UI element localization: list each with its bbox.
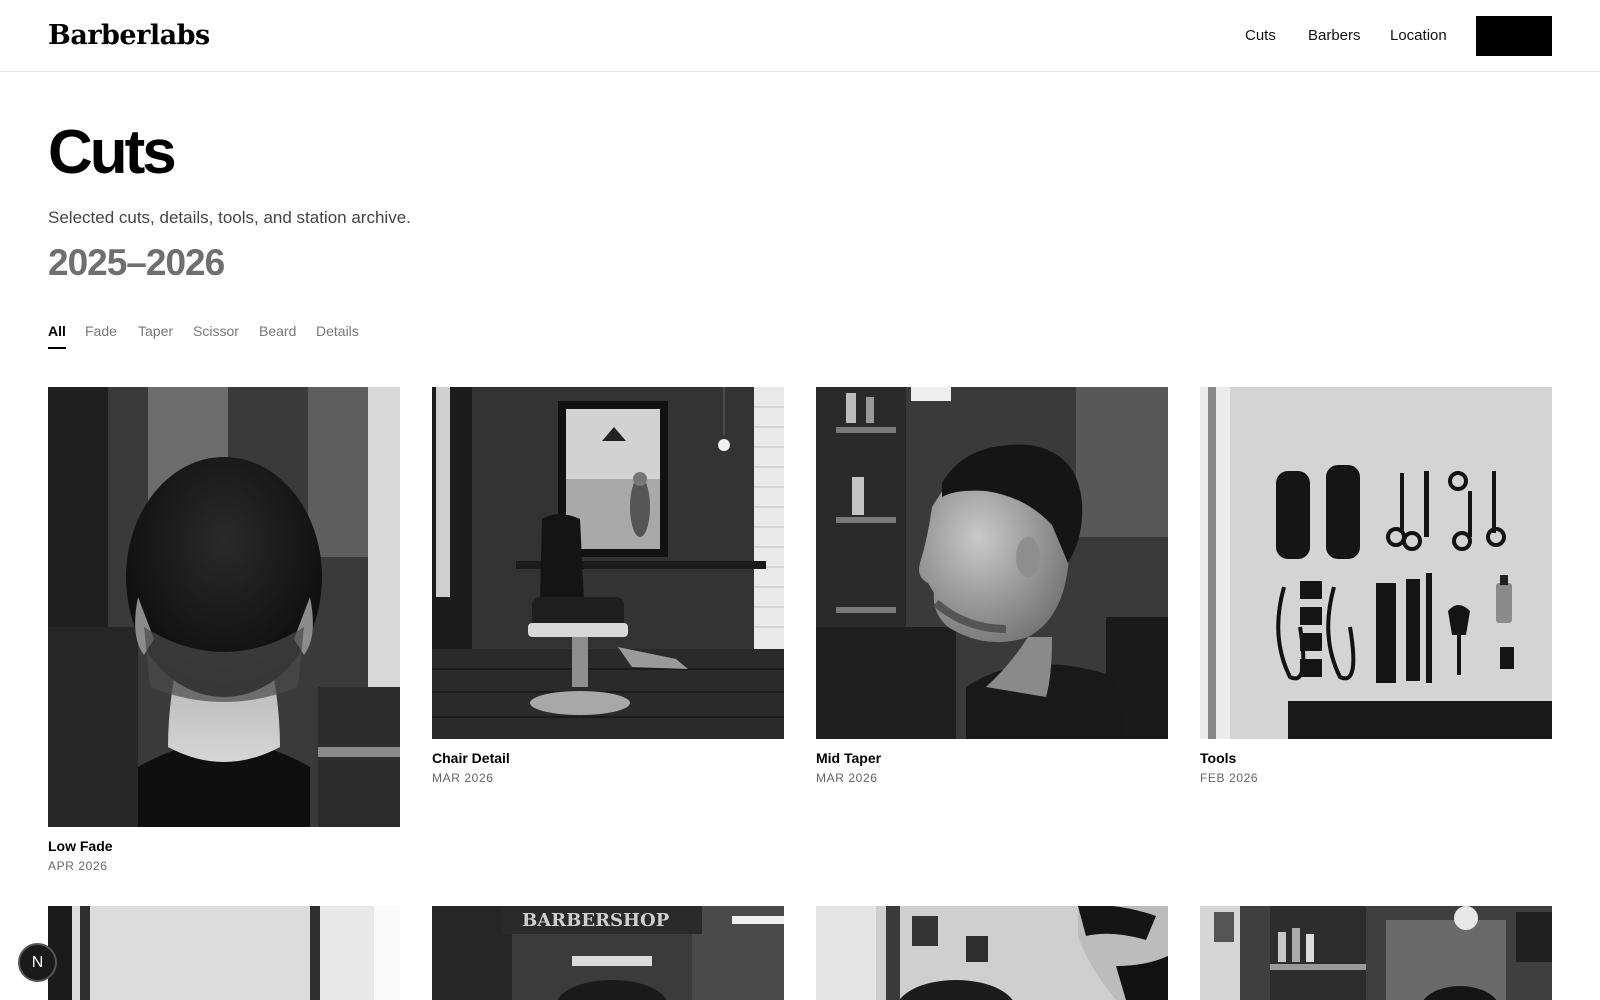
- filter-tab-all[interactable]: All: [48, 322, 66, 349]
- floating-n-button[interactable]: N: [18, 943, 57, 982]
- photo-row2-1[interactable]: [48, 906, 400, 1000]
- site-header: Barberlabs Cuts Barbers Location: [0, 0, 1600, 72]
- nav-link-cuts[interactable]: Cuts: [1245, 26, 1276, 46]
- card-title: Chair Detail: [432, 750, 510, 766]
- header-cta-button[interactable]: [1476, 16, 1552, 56]
- filter-tab-beard[interactable]: Beard: [259, 322, 296, 340]
- card-date: APR 2026: [48, 859, 108, 873]
- card-title: Mid Taper: [816, 750, 882, 766]
- year-range: 2025–2026: [48, 242, 225, 283]
- page-subtitle: Selected cuts, details, tools, and stati…: [48, 208, 411, 227]
- brand-logo[interactable]: Barberlabs: [48, 18, 210, 54]
- card-date: MAR 2026: [816, 771, 878, 785]
- photo-row2-4[interactable]: [1200, 906, 1552, 1000]
- card-title: Low Fade: [48, 838, 113, 854]
- filter-tab-fade[interactable]: Fade: [85, 322, 117, 340]
- photo-tools[interactable]: [1200, 387, 1552, 739]
- card-date: FEB 2026: [1200, 771, 1259, 785]
- page-title: Cuts: [48, 118, 177, 187]
- nav-link-location[interactable]: Location: [1390, 26, 1447, 46]
- filter-tab-details[interactable]: Details: [316, 322, 359, 340]
- filter-tab-taper[interactable]: Taper: [138, 322, 173, 340]
- photo-low-fade[interactable]: [48, 387, 400, 827]
- photo-mid-taper[interactable]: [816, 387, 1168, 739]
- card-title: Tools: [1200, 750, 1237, 766]
- barbershop-sign-text: BARBERSHOP: [522, 910, 670, 931]
- photo-row2-3[interactable]: [816, 906, 1168, 1000]
- photo-row2-2[interactable]: BARBERSHOP: [432, 906, 784, 1000]
- nav-link-barbers[interactable]: Barbers: [1308, 26, 1361, 46]
- photo-chair-detail[interactable]: [432, 387, 784, 739]
- card-date: MAR 2026: [432, 771, 494, 785]
- filter-tab-scissor[interactable]: Scissor: [193, 322, 239, 340]
